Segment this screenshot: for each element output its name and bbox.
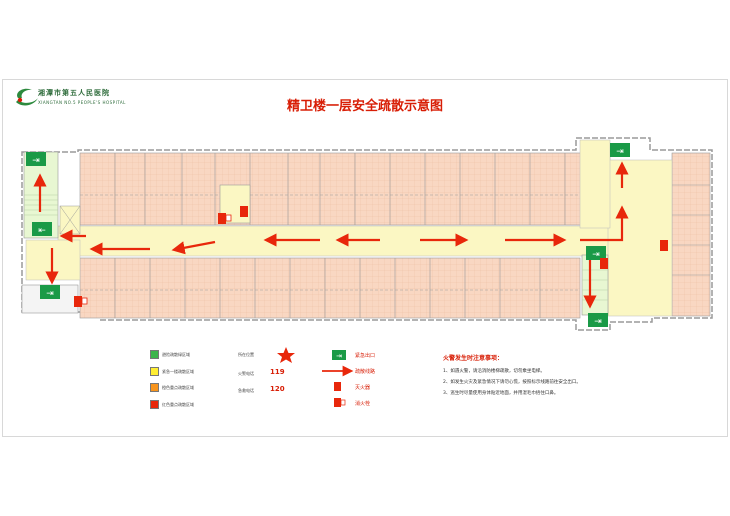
floor-plan: ⇥ ⇤ ⇥ ⇥ ⇥ ⇥ ⇥ (21, 137, 713, 407)
svg-text:⇥: ⇥ (616, 147, 624, 157)
route-legend-label: 疏散线路 (355, 369, 376, 375)
east-room-block (671, 152, 711, 317)
exit-legend-label: 紧急出口 (355, 353, 376, 359)
svg-text:⇥: ⇥ (336, 352, 342, 360)
emergency-phone-label: 急救电话 (238, 388, 254, 393)
star-icon (277, 347, 295, 363)
emergency-phone-number: 120 (270, 385, 285, 393)
note-item: 2、如发生火灾及紧急情况下请勿心慌，按照标示线路前往安全出口。 (443, 380, 581, 385)
svg-text:⇥: ⇥ (46, 289, 54, 299)
legend-label-yellow: 紧急一楼疏散区域 (162, 369, 194, 374)
legend-swatch-orange (150, 383, 159, 392)
svg-text:⇥: ⇥ (32, 156, 40, 166)
legend-swatch-yellow (150, 367, 159, 376)
extinguisher-legend-label: 灭火器 (355, 385, 371, 391)
svg-text:⇤: ⇤ (38, 226, 46, 236)
svg-text:⇥: ⇥ (592, 250, 600, 260)
fire-phone-number: 119 (270, 368, 285, 376)
svg-text:⇥: ⇥ (594, 317, 602, 327)
north-room-block (79, 152, 611, 226)
legend-label-green: 避险疏散绿区域 (162, 352, 190, 357)
note-item: 1、如遇火警，请沿消防楼梯疏散，切勿乘坐电梯。 (443, 369, 545, 374)
legend-label-orange: 橙色重点疏散区域 (162, 385, 194, 390)
legend-label-red: 红色重点疏散区域 (162, 402, 194, 407)
note-item: 3、逃生时尽量使用身体贴近地面，并用湿毛巾捂住口鼻。 (443, 391, 559, 396)
hydrant-legend-label: 消火栓 (355, 401, 371, 407)
fire-phone-label: 火警电话 (238, 371, 254, 376)
south-room-block (79, 257, 581, 319)
location-label: 所在位置 (238, 352, 254, 357)
legend-symbols: ⇥ (322, 350, 354, 407)
notes-title: 火警发生时注意事项： (443, 355, 504, 362)
legend-swatch-green (150, 350, 159, 359)
legend-swatch-red (150, 400, 159, 409)
